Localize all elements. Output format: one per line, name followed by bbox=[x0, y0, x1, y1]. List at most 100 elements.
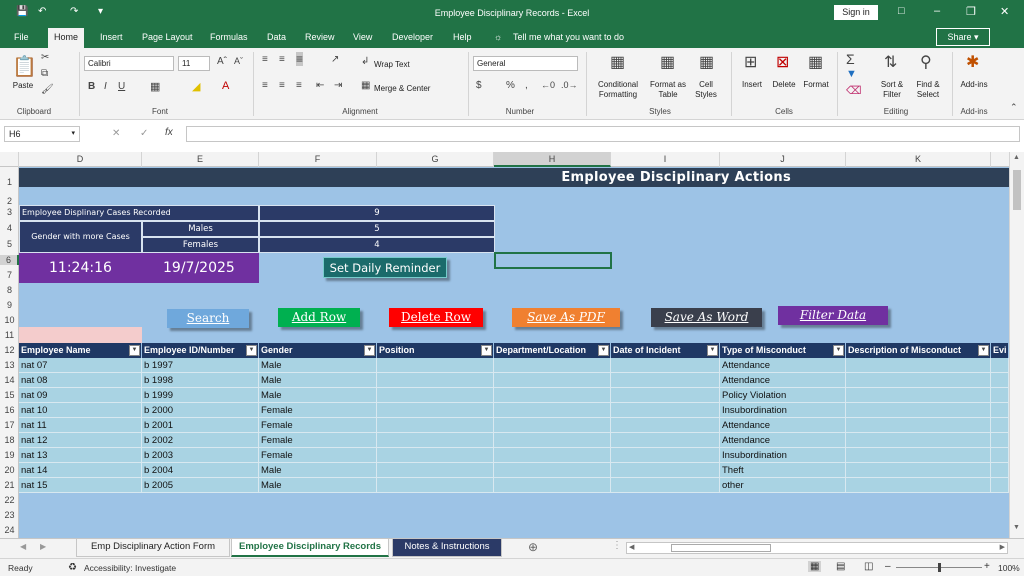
row-header[interactable]: 10 bbox=[0, 315, 19, 325]
search-input-cell[interactable] bbox=[19, 327, 142, 343]
table-cell[interactable] bbox=[611, 478, 720, 493]
table-cell[interactable] bbox=[377, 433, 494, 448]
table-cell[interactable] bbox=[846, 388, 991, 403]
merge-icon[interactable]: ▦ bbox=[361, 80, 370, 91]
increase-font-icon[interactable]: Aˆ bbox=[217, 56, 227, 67]
row-header[interactable]: 21 bbox=[0, 480, 19, 490]
tab-help[interactable]: Help bbox=[453, 32, 472, 42]
row-header[interactable]: 17 bbox=[0, 420, 19, 430]
delete-cells-button[interactable]: Delete bbox=[768, 80, 800, 90]
format-painter-icon[interactable]: 🖌 bbox=[41, 84, 54, 95]
row-header[interactable]: 2 bbox=[0, 196, 19, 206]
table-cell[interactable] bbox=[846, 433, 991, 448]
paste-button[interactable]: Paste bbox=[8, 81, 38, 91]
table-cell[interactable]: b 2001 bbox=[142, 418, 259, 433]
sheet-tab-form[interactable]: Emp Disciplinary Action Form bbox=[76, 539, 230, 557]
table-cell[interactable] bbox=[611, 433, 720, 448]
row-header[interactable]: 7 bbox=[0, 270, 19, 280]
table-cell[interactable]: b 2004 bbox=[142, 463, 259, 478]
close-icon[interactable]: ✕ bbox=[1000, 5, 1009, 18]
increase-decimal-icon[interactable]: ←0 bbox=[541, 80, 555, 90]
filter-dropdown-icon[interactable]: ▼ bbox=[129, 345, 140, 356]
formula-input[interactable] bbox=[186, 126, 1020, 142]
table-cell[interactable] bbox=[611, 358, 720, 373]
add-sheet-icon[interactable]: ⊕ bbox=[528, 540, 538, 554]
table-cell[interactable]: nat 11 bbox=[19, 418, 142, 433]
selected-cell[interactable] bbox=[494, 252, 612, 269]
column-header[interactable]: G bbox=[377, 152, 494, 167]
number-format-dropdown[interactable]: General bbox=[473, 56, 578, 71]
scroll-down-icon[interactable]: ▼ bbox=[1013, 524, 1020, 531]
table-cell[interactable]: Attendance bbox=[720, 418, 846, 433]
table-row[interactable]: nat 10 b 2000 Female Insubordination bbox=[19, 403, 1009, 418]
table-row[interactable]: nat 15 b 2005 Male other bbox=[19, 478, 1009, 493]
borders-icon[interactable]: ▦ bbox=[150, 80, 160, 93]
delete-row-button[interactable]: Delete Row bbox=[389, 308, 483, 327]
row-header[interactable]: 8 bbox=[0, 285, 19, 295]
row-header[interactable]: 15 bbox=[0, 390, 19, 400]
table-cell[interactable] bbox=[846, 358, 991, 373]
collapse-ribbon-icon[interactable]: ⌃ bbox=[1010, 102, 1018, 113]
restore-icon[interactable]: ❐ bbox=[966, 5, 976, 18]
table-cell[interactable] bbox=[494, 388, 611, 403]
row-header[interactable]: 18 bbox=[0, 435, 19, 445]
column-header[interactable]: D bbox=[19, 152, 142, 167]
zoom-slider-thumb[interactable] bbox=[938, 563, 941, 572]
table-cell[interactable] bbox=[494, 358, 611, 373]
table-row[interactable]: nat 11 b 2001 Female Attendance bbox=[19, 418, 1009, 433]
table-cell[interactable] bbox=[611, 418, 720, 433]
align-center-icon[interactable]: ≡ bbox=[279, 80, 285, 91]
table-cell[interactable] bbox=[846, 418, 991, 433]
underline-icon[interactable]: U bbox=[118, 81, 125, 92]
table-cell[interactable]: b 1999 bbox=[142, 388, 259, 403]
row-header[interactable]: 19 bbox=[0, 450, 19, 460]
filter-dropdown-icon[interactable]: ▼ bbox=[833, 345, 844, 356]
column-header[interactable]: I bbox=[611, 152, 720, 167]
table-cell[interactable] bbox=[377, 373, 494, 388]
table-cell[interactable]: b 2000 bbox=[142, 403, 259, 418]
add-row-button[interactable]: Add Row bbox=[278, 308, 360, 327]
filter-dropdown-icon[interactable]: ▼ bbox=[978, 345, 989, 356]
tab-developer[interactable]: Developer bbox=[392, 32, 433, 42]
enter-icon[interactable]: ✓ bbox=[140, 128, 148, 139]
cancel-icon[interactable]: ✕ bbox=[112, 128, 120, 139]
find-select-button[interactable]: Find & Select bbox=[910, 80, 946, 100]
table-cell[interactable] bbox=[494, 433, 611, 448]
page-layout-view-icon[interactable]: ▤ bbox=[836, 561, 845, 572]
table-cell[interactable] bbox=[494, 418, 611, 433]
table-cell[interactable]: b 2002 bbox=[142, 433, 259, 448]
merge-center-button[interactable]: Merge & Center bbox=[374, 84, 430, 94]
table-cell[interactable] bbox=[611, 448, 720, 463]
sheet-tab-notes[interactable]: Notes & Instructions bbox=[392, 539, 502, 557]
set-daily-reminder-button[interactable]: Set Daily Reminder bbox=[323, 257, 447, 278]
table-cell[interactable]: Male bbox=[259, 358, 377, 373]
table-cell[interactable]: Male bbox=[259, 463, 377, 478]
insert-cells-button[interactable]: Insert bbox=[736, 80, 768, 90]
save-as-pdf-button[interactable]: Save As PDF bbox=[512, 308, 620, 327]
table-row[interactable]: nat 07 b 1997 Male Attendance bbox=[19, 358, 1009, 373]
paste-icon[interactable]: 📋 bbox=[12, 54, 37, 79]
format-cells-button[interactable]: Format bbox=[800, 80, 832, 90]
table-cell[interactable]: Attendance bbox=[720, 358, 846, 373]
tab-formulas[interactable]: Formulas bbox=[210, 32, 248, 42]
fill-color-icon[interactable]: ◢ bbox=[192, 80, 200, 93]
name-box[interactable]: H6 ▾ bbox=[4, 126, 80, 142]
clear-icon[interactable]: ⌫ bbox=[846, 84, 862, 97]
table-cell[interactable]: Female bbox=[259, 433, 377, 448]
column-header[interactable]: K bbox=[846, 152, 991, 167]
row-header[interactable]: 23 bbox=[0, 510, 19, 520]
row-header[interactable]: 4 bbox=[0, 223, 19, 233]
save-as-word-button[interactable]: Save As Word bbox=[651, 308, 762, 327]
filter-dropdown-icon[interactable]: ▼ bbox=[598, 345, 609, 356]
row-header[interactable]: 12 bbox=[0, 345, 19, 355]
percent-icon[interactable]: % bbox=[506, 80, 515, 91]
row-header[interactable]: 9 bbox=[0, 300, 19, 310]
table-cell[interactable]: nat 07 bbox=[19, 358, 142, 373]
column-header[interactable]: F bbox=[259, 152, 377, 167]
increase-indent-icon[interactable]: ⇥ bbox=[334, 80, 342, 91]
table-row[interactable]: nat 13 b 2003 Female Insubordination bbox=[19, 448, 1009, 463]
table-cell[interactable] bbox=[991, 388, 1009, 403]
scroll-thumb[interactable] bbox=[1013, 170, 1021, 210]
add-ins-button[interactable]: Add-ins bbox=[956, 80, 992, 90]
row-header[interactable]: 11 bbox=[0, 330, 19, 340]
